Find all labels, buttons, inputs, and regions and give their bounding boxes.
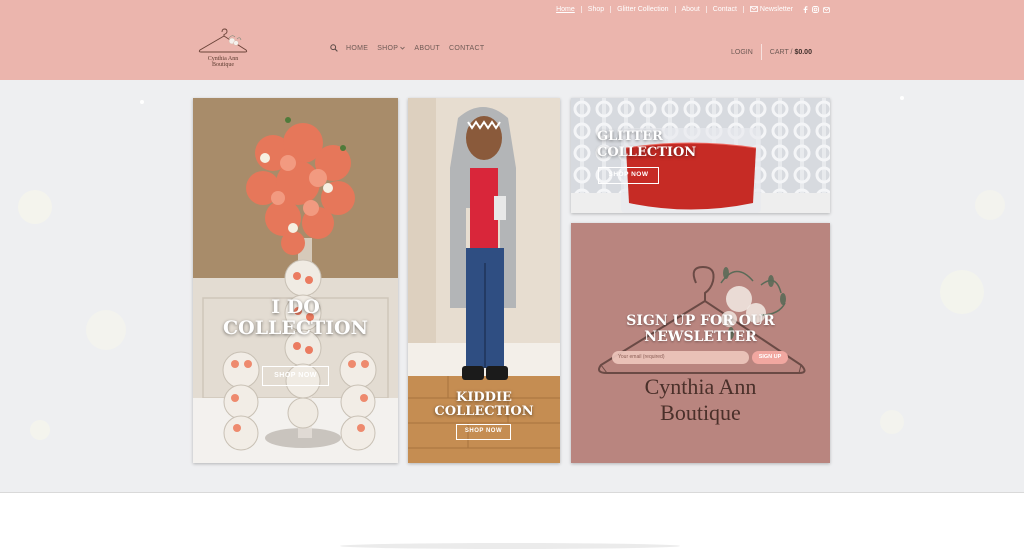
glitter-title-line1: GLITTER [597, 129, 663, 144]
topbar-link-contact[interactable]: Contact [705, 6, 743, 13]
bokeh-light [18, 190, 52, 224]
logo-text-line2: Boutique [212, 62, 234, 68]
nav-divider [760, 44, 762, 60]
chevron-down-icon [400, 46, 406, 50]
glitter-shop-now-button[interactable]: SHOP NOW [598, 167, 659, 184]
account-nav: LOGIN CART / $0.00 [731, 44, 812, 60]
topbar-link-home[interactable]: Home [550, 6, 581, 13]
email-field[interactable]: Your email (required) [612, 351, 749, 364]
ido-title-line1: I DO [271, 296, 320, 318]
ido-shop-now-button[interactable]: SHOP NOW [262, 366, 329, 386]
nav-contact[interactable]: CONTACT [449, 45, 484, 52]
email-icon[interactable] [823, 6, 830, 13]
instagram-icon[interactable] [812, 6, 819, 13]
sign-up-button[interactable]: SIGN UP [752, 351, 788, 364]
facebook-icon[interactable] [803, 6, 808, 13]
nav-shop[interactable]: SHOP [377, 44, 406, 52]
topbar-link-glitter[interactable]: Glitter Collection [610, 6, 674, 13]
nav-shop-label: SHOP [377, 44, 399, 52]
kiddie-title-line1: KIDDIE [456, 390, 512, 405]
kiddie-title-line2: COLLECTION [434, 404, 534, 419]
card-newsletter: SIGN UP FOR OUR NEWSLETTER Your email (r… [571, 223, 830, 463]
bokeh-light [86, 310, 126, 350]
hero-section: I DO COLLECTION SHOP NOW KIDDIE COLLECTI… [0, 80, 1024, 492]
bokeh-light [940, 270, 984, 314]
nav-home[interactable]: HOME [346, 45, 368, 52]
card-glitter-collection[interactable]: GLITTER COLLECTION SHOP NOW [571, 98, 830, 213]
below-fold-section [0, 492, 1024, 549]
search-icon[interactable] [330, 44, 338, 52]
bokeh-light [30, 420, 50, 440]
ido-collection-photo [193, 98, 398, 463]
newsletter-logo-line1: Cynthia Ann [644, 374, 757, 399]
newsletter-logo-line2: Boutique [660, 400, 741, 425]
topbar-link-about[interactable]: About [674, 6, 706, 13]
bokeh-light [140, 100, 144, 104]
newsletter-link-label: Newsletter [759, 6, 793, 13]
section-shadow [340, 543, 680, 549]
newsletter-title-line1: SIGN UP FOR OUR [626, 313, 775, 329]
cart-total: $0.00 [794, 48, 812, 56]
brand-logo[interactable]: Cynthia Ann Boutique [196, 28, 250, 72]
bokeh-light [880, 410, 904, 434]
card-ido-collection[interactable]: I DO COLLECTION SHOP NOW [193, 98, 398, 463]
topbar-link-newsletter[interactable]: Newsletter [742, 6, 799, 13]
card-kiddie-collection[interactable]: KIDDIE COLLECTION SHOP NOW [408, 98, 560, 463]
nav-about[interactable]: ABOUT [414, 45, 440, 52]
bokeh-light [975, 190, 1005, 220]
ido-title-line2: COLLECTION [223, 317, 368, 339]
kiddie-shop-now-button[interactable]: SHOP NOW [456, 424, 511, 440]
newsletter-title-line2: NEWSLETTER [644, 329, 757, 345]
main-nav: HOME SHOP ABOUT CONTACT [330, 44, 493, 52]
hanger-logo-graphic [198, 28, 248, 53]
top-bar: Home Shop Glitter Collection About Conta… [550, 6, 830, 13]
bokeh-light [900, 96, 904, 100]
social-icons [803, 6, 830, 13]
site-header: Home Shop Glitter Collection About Conta… [0, 0, 1024, 80]
topbar-link-shop[interactable]: Shop [580, 6, 610, 13]
mail-icon [750, 6, 758, 12]
glitter-title-line2: COLLECTION [597, 145, 697, 160]
cart-label: CART / [769, 48, 793, 56]
login-link[interactable]: LOGIN [731, 49, 753, 56]
cart-link[interactable]: CART / $0.00 [770, 49, 812, 56]
